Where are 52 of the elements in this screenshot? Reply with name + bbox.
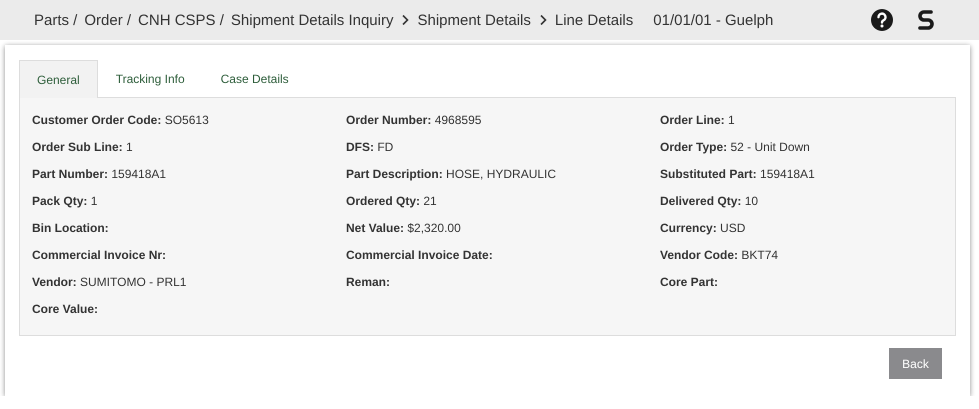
field-value: 159418A1 xyxy=(111,167,166,181)
field-label: Commercial Invoice Date: xyxy=(346,248,493,262)
field-label: Customer Order Code: xyxy=(32,113,162,127)
field-value: 4968595 xyxy=(434,113,482,127)
field-value: BKT74 xyxy=(741,248,778,262)
location-label: 01/01/01 - Guelph xyxy=(653,12,774,28)
field-value: 1 xyxy=(728,113,735,127)
field-value: 52 - Unit Down xyxy=(730,140,810,154)
field-value: 10 xyxy=(744,194,758,208)
field-value: 1 xyxy=(126,140,133,154)
field-label: Substituted Part: xyxy=(660,167,757,181)
field-value: $2,320.00 xyxy=(407,221,461,235)
field-label: Bin Location: xyxy=(32,221,109,235)
field-label: Vendor: xyxy=(32,275,77,289)
breadcrumb-link[interactable]: Line Details xyxy=(554,12,634,28)
field-label: Core Part: xyxy=(660,275,718,289)
help-icon[interactable] xyxy=(870,8,894,32)
tab[interactable]: Tracking Info xyxy=(98,60,203,97)
field-label: Part Number: xyxy=(32,167,108,181)
field-value: FD xyxy=(377,140,394,154)
field-label: Pack Qty: xyxy=(32,194,88,208)
chevron-icon xyxy=(538,14,548,26)
field-label: Commercial Invoice Nr: xyxy=(32,248,166,262)
breadcrumb-link[interactable]: Order / xyxy=(84,12,132,28)
field-label: Order Type: xyxy=(660,140,728,154)
field-label: Core Value: xyxy=(32,302,98,316)
field-label: Net Value: xyxy=(346,221,404,235)
field-value: 21 xyxy=(423,194,437,208)
field-label: DFS: xyxy=(346,140,374,154)
field-value: HOSE, HYDRAULIC xyxy=(446,167,556,181)
tab[interactable]: General xyxy=(19,60,98,98)
breadcrumb-link[interactable]: Parts / xyxy=(34,12,78,28)
chevron-icon xyxy=(400,14,410,26)
field-label: Currency: xyxy=(660,221,717,235)
field-value: 159418A1 xyxy=(760,167,815,181)
field-label: Order Number: xyxy=(346,113,432,127)
field-value: SUMITOMO - PRL1 xyxy=(80,275,186,289)
tab[interactable]: Case Details xyxy=(202,60,307,97)
field-label: Ordered Qty: xyxy=(346,194,420,208)
field-label: Order Line: xyxy=(660,113,725,127)
field-label: Vendor Code: xyxy=(660,248,738,262)
breadcrumb-link[interactable]: CNH CSPS / xyxy=(138,12,224,28)
breadcrumb-link[interactable]: Shipment Details xyxy=(417,12,531,28)
field-value: USD xyxy=(720,221,746,235)
field-label: Order Sub Line: xyxy=(32,140,123,154)
breadcrumb-link[interactable]: Shipment Details Inquiry xyxy=(230,12,394,28)
field-label: Reman: xyxy=(346,275,390,289)
field-label: Part Description: xyxy=(346,167,443,181)
field-label: Delivered Qty: xyxy=(660,194,742,208)
field-value: 1 xyxy=(90,194,98,208)
logo-icon[interactable] xyxy=(917,9,935,31)
field-value: SO5613 xyxy=(164,113,209,127)
